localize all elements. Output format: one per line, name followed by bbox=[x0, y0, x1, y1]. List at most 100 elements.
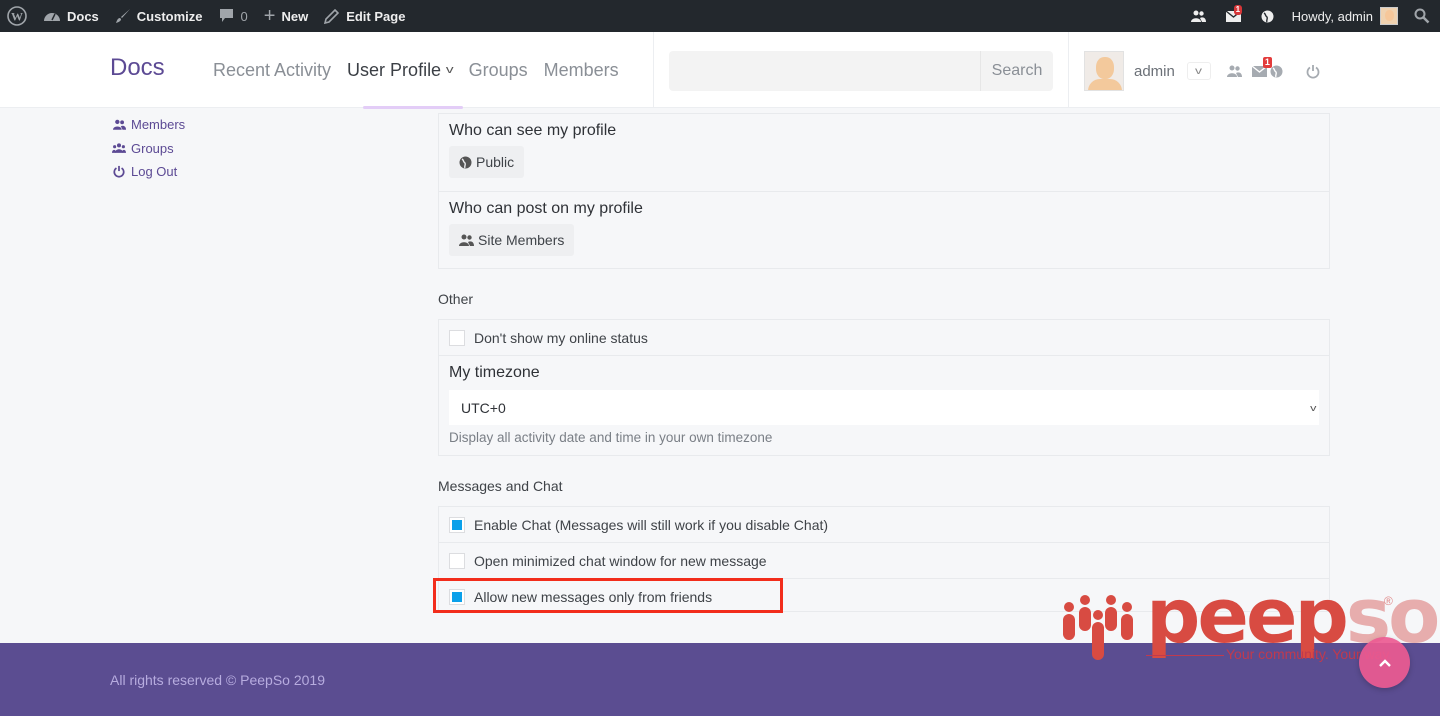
nav-members[interactable]: Members bbox=[544, 60, 619, 81]
brush-icon bbox=[115, 8, 131, 24]
timezone-title: My timezone bbox=[449, 364, 540, 381]
profile-posting-value: Site Members bbox=[478, 232, 565, 248]
friends-only-label: Allow new messages only from friends bbox=[474, 588, 713, 605]
online-status-option[interactable]: Don't show my online status bbox=[449, 320, 1319, 355]
logout-button[interactable] bbox=[1306, 64, 1320, 79]
chevron-up-icon bbox=[1378, 658, 1391, 667]
checkbox-checked-mark bbox=[452, 519, 462, 530]
members-icon bbox=[459, 234, 474, 246]
timezone-select[interactable]: UTC+0 v bbox=[449, 390, 1319, 425]
customize-link[interactable]: Customize bbox=[107, 0, 211, 32]
online-status-row: Don't show my online status bbox=[439, 320, 1329, 356]
friends-only-option[interactable]: Allow new messages only from friends bbox=[449, 579, 1319, 614]
admin-bar-search-button[interactable] bbox=[1408, 0, 1440, 32]
sidebar-item-log-out[interactable]: Log Out bbox=[112, 160, 185, 184]
howdy-label: Howdy, admin bbox=[1291, 8, 1373, 24]
power-icon bbox=[1306, 64, 1320, 78]
new-label: New bbox=[281, 8, 309, 24]
globe-icon bbox=[1270, 65, 1283, 77]
members-icon bbox=[112, 119, 126, 130]
search-input[interactable] bbox=[669, 51, 980, 91]
admin-bar-messages-button[interactable]: 1 bbox=[1216, 0, 1251, 32]
search-button[interactable]: Search bbox=[980, 51, 1053, 91]
nav-recent-activity[interactable]: Recent Activity bbox=[213, 60, 331, 81]
members-icon bbox=[1226, 65, 1242, 77]
privacy-settings-card: Who can see my profile Public Who can po… bbox=[438, 113, 1330, 269]
nav-label: User Profile bbox=[347, 59, 442, 80]
profile-visibility-value: Public bbox=[476, 154, 515, 170]
plus-icon: + bbox=[263, 5, 276, 27]
site-header: Docs Recent Activity User Profile v Group… bbox=[0, 32, 1440, 108]
avatar[interactable] bbox=[1084, 51, 1124, 91]
messages-section-label: Messages and Chat bbox=[438, 478, 563, 494]
other-settings-card: Don't show my online status My timezone … bbox=[438, 319, 1330, 456]
friends-only-checkbox[interactable] bbox=[449, 588, 465, 605]
site-name: Docs bbox=[67, 8, 99, 24]
scroll-to-top-button[interactable] bbox=[1359, 637, 1410, 688]
nav-groups[interactable]: Groups bbox=[469, 60, 528, 81]
copyright-text: All rights reserved © PeepSo 2019 bbox=[110, 672, 325, 688]
wp-logo-button[interactable]: W bbox=[0, 0, 35, 32]
user-name-link[interactable]: admin bbox=[1134, 63, 1175, 80]
profile-posting-dropdown[interactable]: Site Members bbox=[449, 224, 575, 256]
chevron-down-icon: v bbox=[1195, 65, 1203, 77]
pencil-icon bbox=[324, 8, 340, 24]
registered-mark: ® bbox=[1384, 594, 1393, 608]
new-content-link[interactable]: + New bbox=[256, 0, 316, 32]
friends-only-row: Allow new messages only from friends bbox=[439, 579, 1329, 614]
nav-label: Members bbox=[543, 59, 619, 80]
online-status-checkbox[interactable] bbox=[449, 329, 465, 346]
my-account-menu[interactable]: Howdy, admin bbox=[1284, 0, 1408, 32]
power-icon bbox=[112, 165, 126, 178]
main-nav: Recent Activity User Profile v Groups Mem… bbox=[213, 32, 635, 108]
minimized-chat-checkbox[interactable] bbox=[449, 552, 465, 569]
comment-icon bbox=[219, 8, 234, 24]
sidebar-item-members[interactable]: Members bbox=[112, 113, 185, 137]
enable-chat-checkbox[interactable] bbox=[449, 516, 465, 533]
customize-label: Customize bbox=[136, 8, 203, 24]
checkbox-checked-mark bbox=[452, 591, 462, 602]
globe-icon bbox=[459, 156, 472, 169]
wp-admin-bar: W Docs Customize 0 + New Edit Page 1 How… bbox=[0, 0, 1440, 32]
sidebar-item-groups[interactable]: Groups bbox=[112, 137, 185, 161]
edit-page-link[interactable]: Edit Page bbox=[316, 0, 413, 32]
notifications-button[interactable] bbox=[1270, 65, 1283, 78]
nav-user-profile[interactable]: User Profile v bbox=[347, 59, 454, 81]
admin-bar-friends-button[interactable] bbox=[1181, 0, 1216, 32]
nav-label: Recent Activity bbox=[213, 59, 332, 80]
globe-icon bbox=[1261, 10, 1274, 23]
timezone-help: Display all activity date and time in yo… bbox=[449, 430, 773, 445]
site-brand-link[interactable]: Docs bbox=[110, 54, 165, 82]
profile-posting-title: Who can post on my profile bbox=[449, 200, 643, 217]
comments-link[interactable]: 0 bbox=[211, 0, 256, 32]
wordpress-icon: W bbox=[7, 6, 27, 26]
chevron-down-icon: v bbox=[1309, 402, 1316, 413]
user-dropdown-toggle[interactable]: v bbox=[1186, 62, 1211, 80]
nav-label: Groups bbox=[468, 59, 528, 80]
profile-posting-row: Who can post on my profile Site Members bbox=[439, 192, 1329, 269]
enable-chat-option[interactable]: Enable Chat (Messages will still work if… bbox=[449, 507, 1319, 542]
divider bbox=[653, 32, 654, 108]
online-status-label: Don't show my online status bbox=[474, 329, 648, 346]
members-icon bbox=[1190, 10, 1206, 22]
sidebar-links: Members Groups Log Out bbox=[112, 113, 185, 184]
enable-chat-row: Enable Chat (Messages will still work if… bbox=[439, 507, 1329, 543]
timezone-row: My timezone UTC+0 v Display all activity… bbox=[439, 356, 1329, 456]
divider bbox=[1068, 32, 1069, 108]
minimized-chat-option[interactable]: Open minimized chat window for new messa… bbox=[449, 543, 1319, 578]
search-icon bbox=[1414, 8, 1430, 24]
messages-button[interactable]: 1 bbox=[1251, 56, 1272, 77]
messages-settings-card: Enable Chat (Messages will still work if… bbox=[438, 506, 1330, 612]
admin-bar-notifications-button[interactable] bbox=[1251, 0, 1284, 32]
messages-badge: 1 bbox=[1233, 5, 1243, 15]
site-footer: All rights reserved © PeepSo 2019 bbox=[0, 643, 1440, 716]
profile-visibility-dropdown[interactable]: Public bbox=[449, 146, 525, 178]
friends-button[interactable] bbox=[1226, 65, 1242, 77]
comments-count: 0 bbox=[240, 8, 248, 24]
site-name-link[interactable]: Docs bbox=[35, 0, 107, 32]
svg-text:W: W bbox=[11, 10, 23, 24]
other-section-label: Other bbox=[438, 291, 474, 307]
sidebar-item-label: Members bbox=[131, 117, 186, 133]
user-area: admin v 1 bbox=[1084, 51, 1320, 91]
search-form: Search bbox=[669, 51, 1053, 91]
